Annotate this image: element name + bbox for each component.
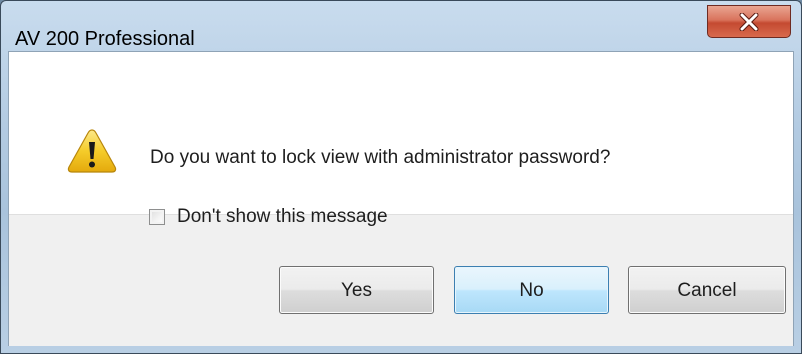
close-icon: [739, 13, 759, 31]
dialog-window: AV 200 Professional Do you want to lock …: [0, 0, 802, 354]
dont-show-checkbox-row[interactable]: Don't show this message: [149, 205, 388, 229]
close-button[interactable]: [707, 5, 791, 38]
dialog-content: Do you want to lock view with administra…: [8, 51, 794, 346]
window-title: AV 200 Professional: [15, 28, 195, 50]
yes-button[interactable]: Yes: [279, 266, 434, 314]
title-bar[interactable]: AV 200 Professional: [1, 1, 801, 51]
dont-show-label[interactable]: Don't show this message: [177, 205, 388, 229]
dont-show-checkbox[interactable]: [149, 209, 165, 225]
warning-icon: [67, 129, 117, 173]
dialog-message: Do you want to lock view with administra…: [150, 147, 611, 168]
no-button[interactable]: No: [454, 266, 609, 314]
cancel-button[interactable]: Cancel: [628, 266, 786, 314]
